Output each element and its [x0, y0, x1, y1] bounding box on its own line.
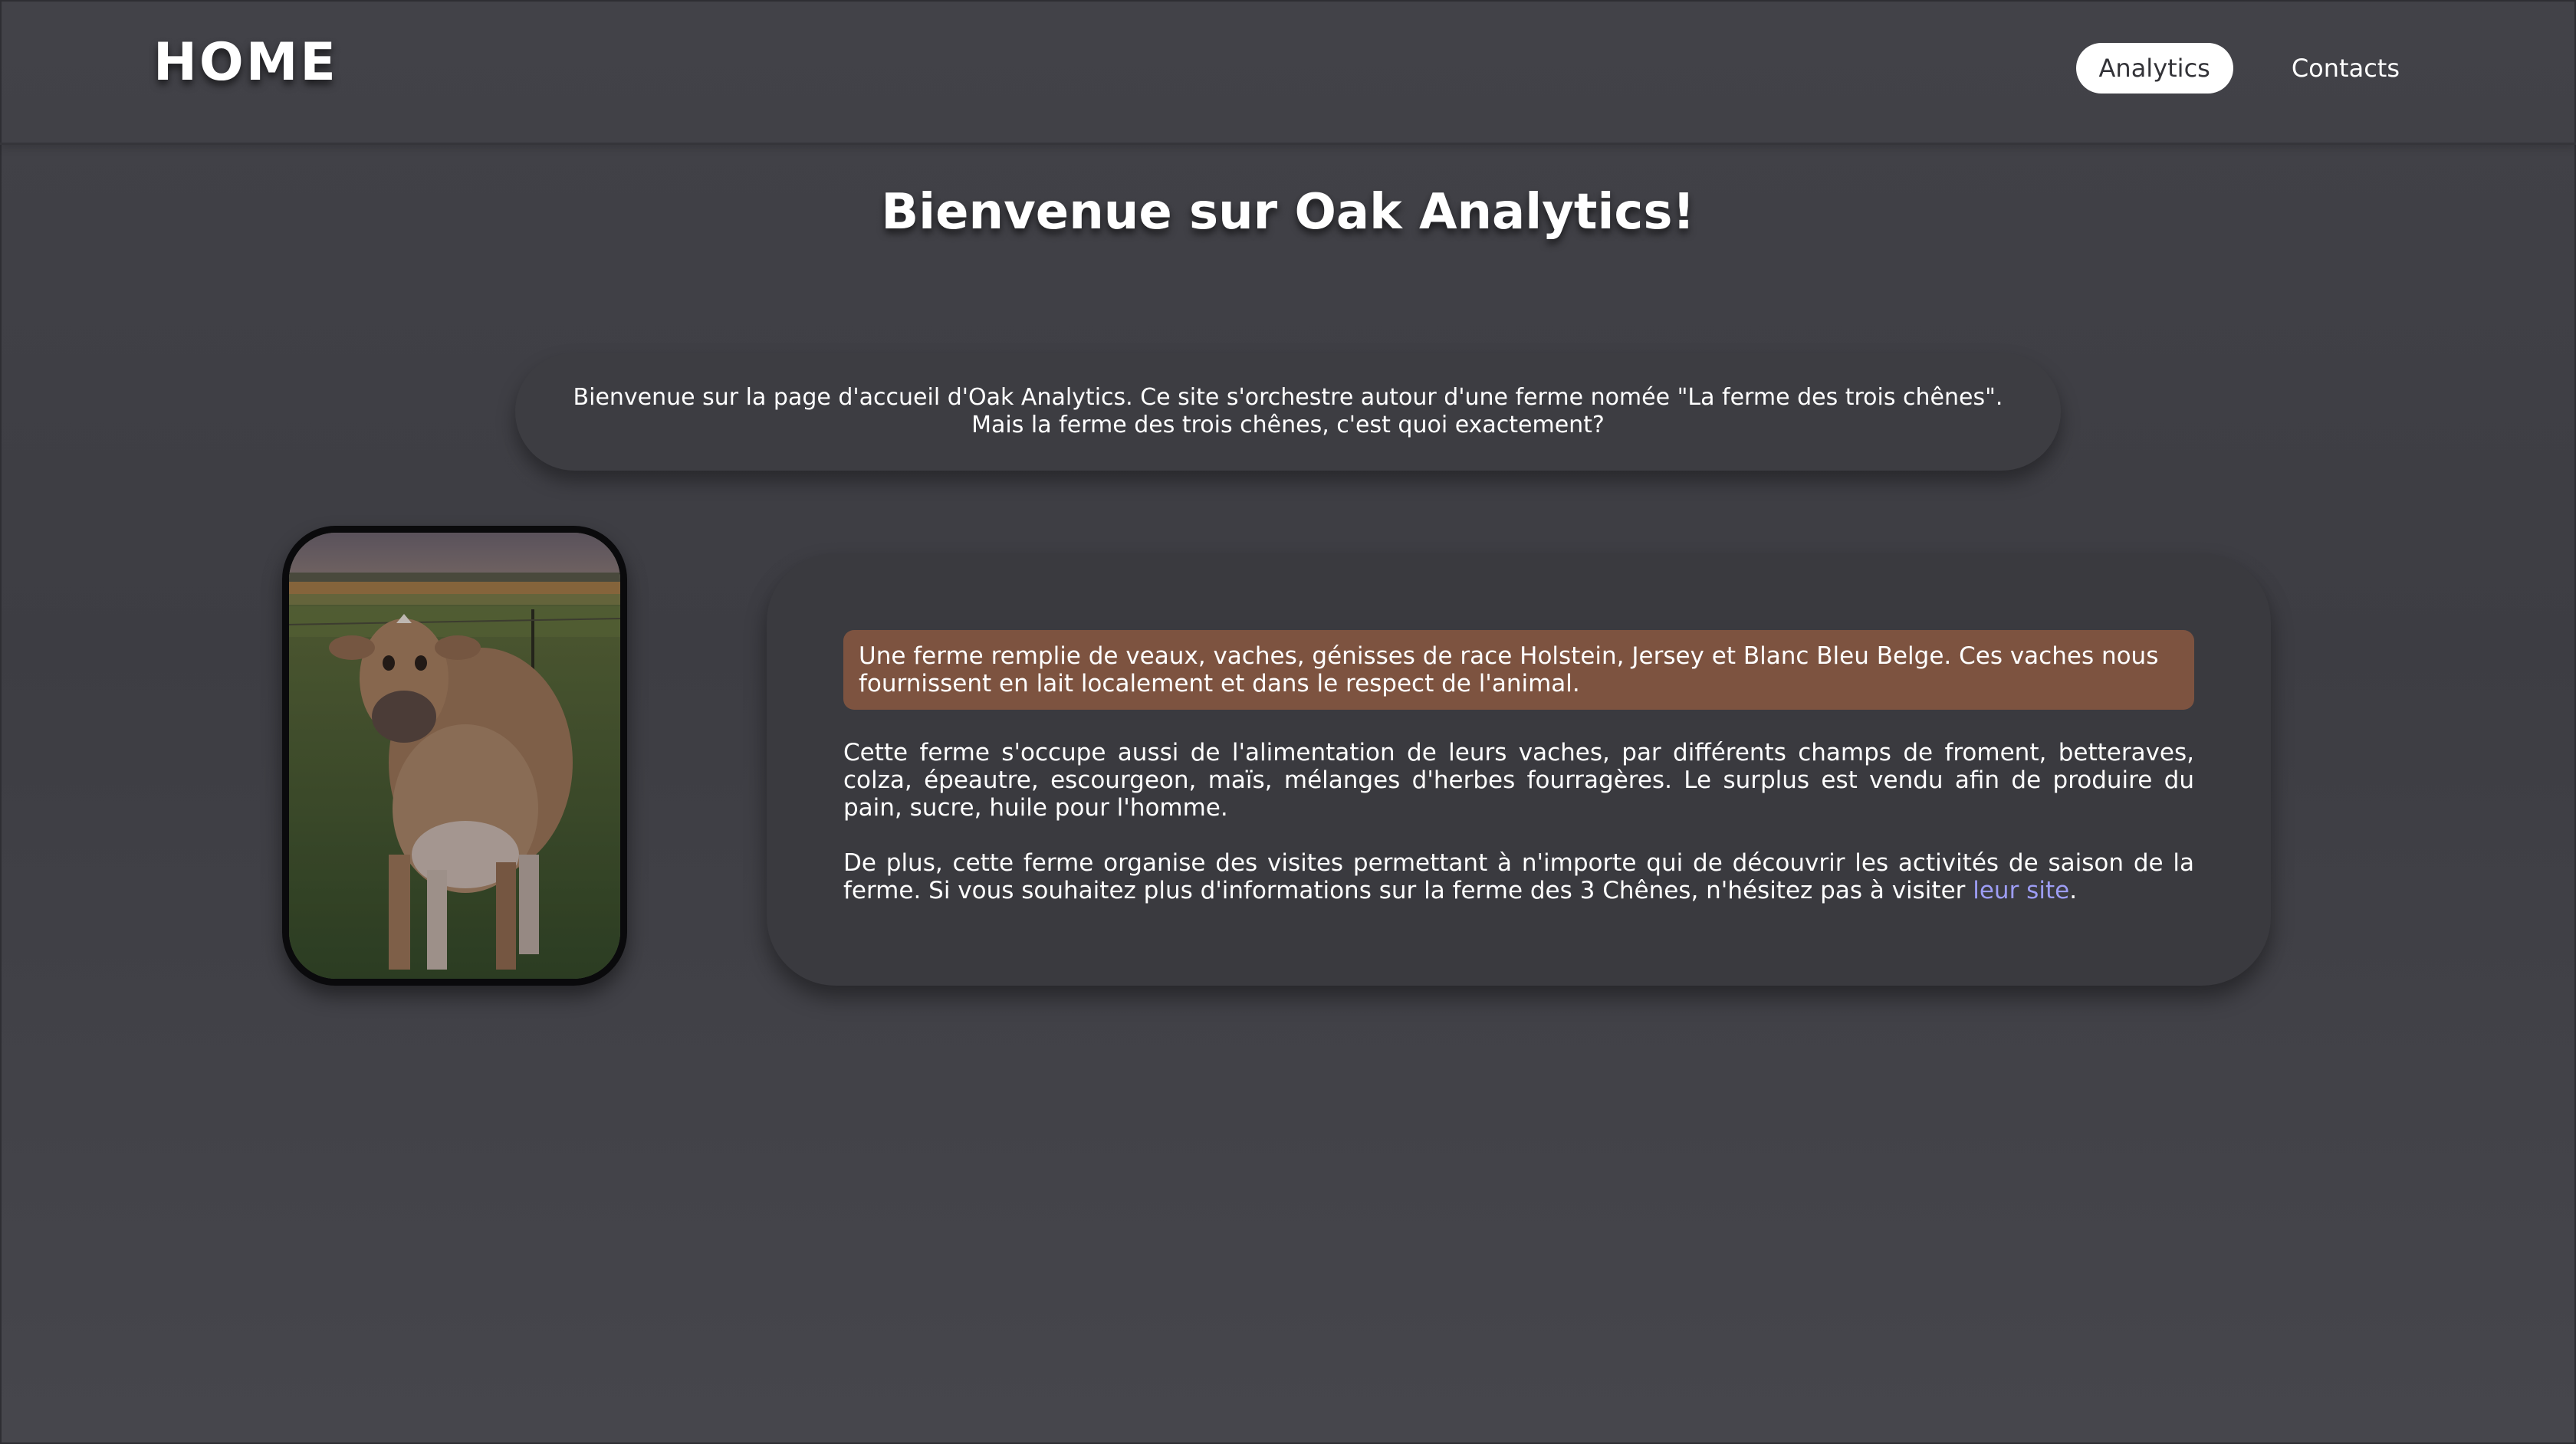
- farm-site-link[interactable]: leur site: [1973, 877, 2069, 904]
- paragraph-visits: De plus, cette ferme organise des visite…: [843, 849, 2194, 904]
- nav-contacts-button[interactable]: Contacts: [2269, 43, 2423, 94]
- paragraph-visits-suffix: .: [2069, 877, 2078, 904]
- farm-info-card: Une ferme remplie de veaux, vaches, géni…: [767, 553, 2271, 986]
- nav-analytics-button[interactable]: Analytics: [2075, 43, 2233, 94]
- home-link[interactable]: HOME: [153, 32, 338, 93]
- nav-menu: Analytics Contacts: [2075, 43, 2423, 94]
- page-title: Bienvenue sur Oak Analytics!: [881, 184, 1695, 241]
- cow-photo: [282, 526, 627, 986]
- intro-text: Bienvenue sur la page d'accueil d'Oak An…: [573, 384, 2003, 438]
- top-navbar: HOME Analytics Contacts: [0, 0, 2576, 145]
- intro-banner: Bienvenue sur la page d'accueil d'Oak An…: [515, 353, 2061, 471]
- cow-image: [289, 533, 620, 979]
- paragraph-crops: Cette ferme s'occupe aussi de l'alimenta…: [843, 739, 2194, 822]
- highlight-text: Une ferme remplie de veaux, vaches, géni…: [859, 642, 2159, 697]
- highlight-box: Une ferme remplie de veaux, vaches, géni…: [843, 630, 2194, 710]
